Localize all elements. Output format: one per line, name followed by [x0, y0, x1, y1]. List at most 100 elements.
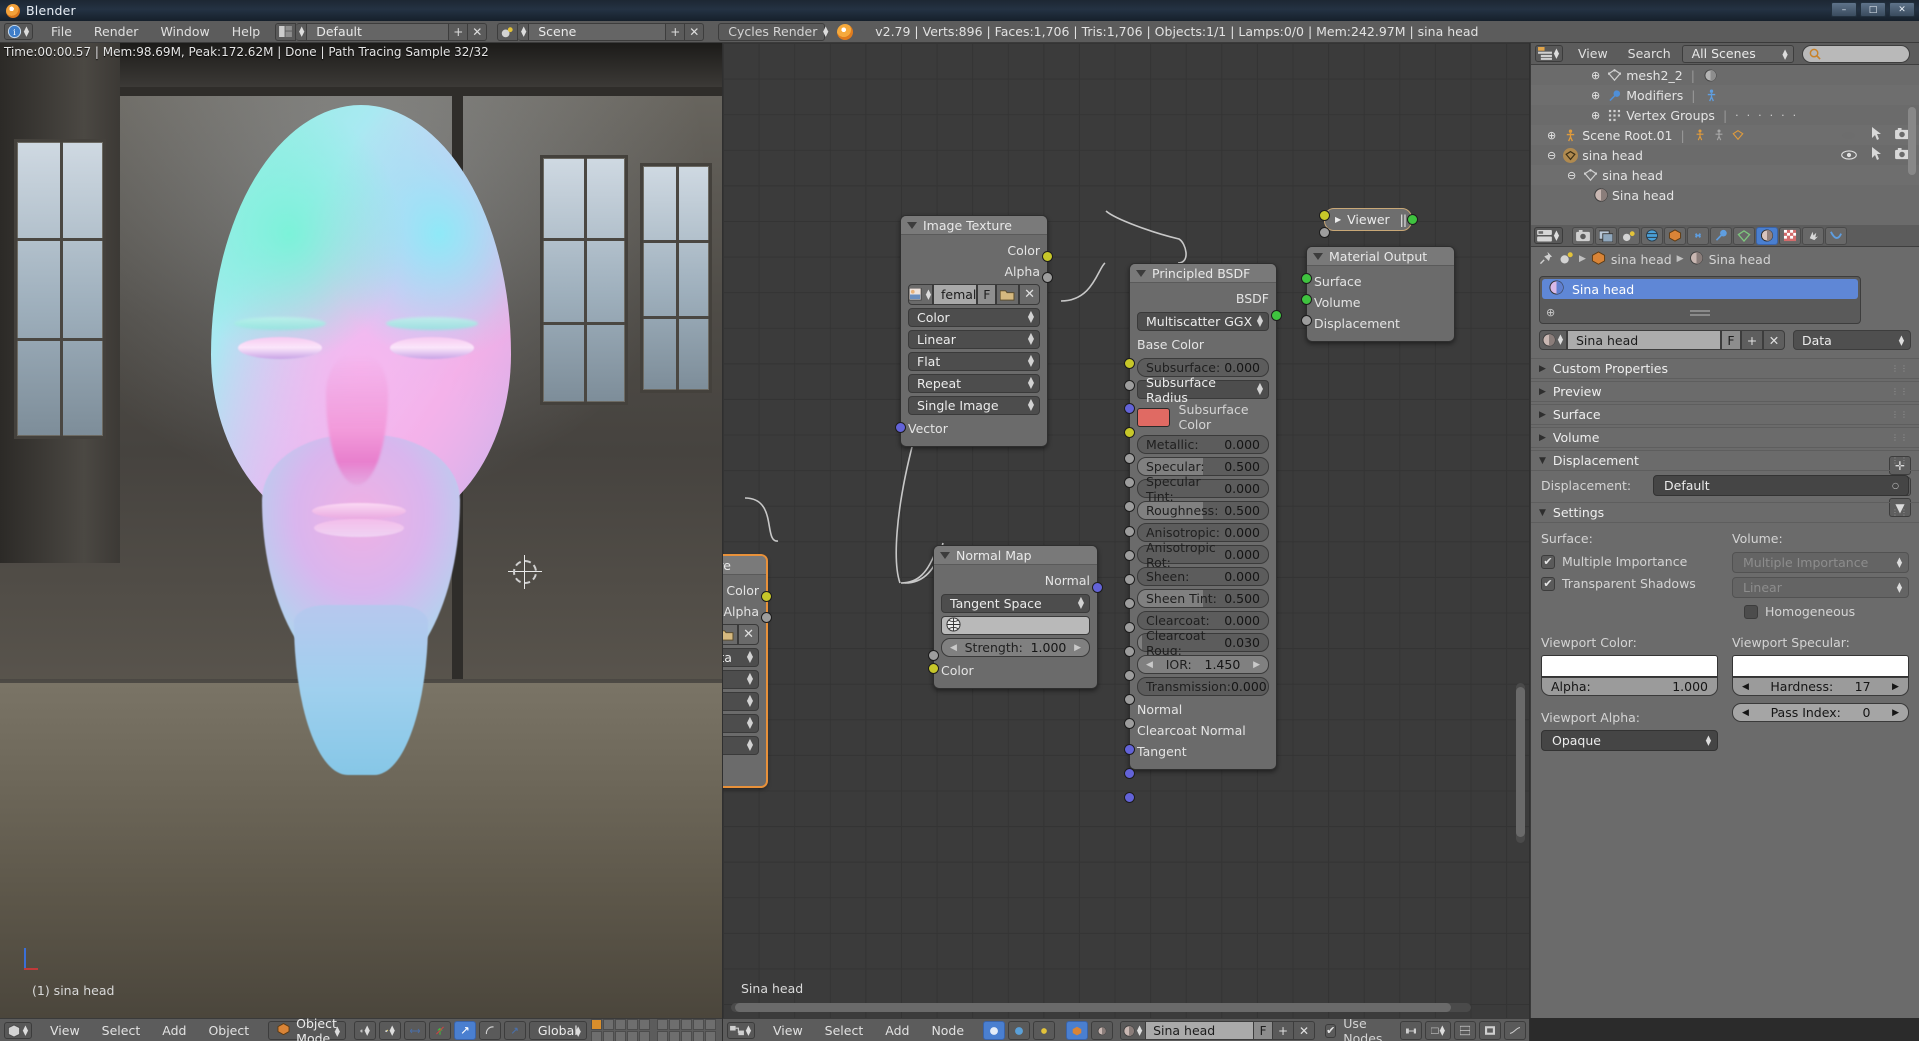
screen-layout-name[interactable]: Default: [307, 22, 450, 41]
homogeneous-checkbox[interactable]: Homogeneous: [1732, 604, 1909, 619]
tab-render-layers[interactable]: [1595, 226, 1617, 245]
chevron-updown-icon[interactable]: ▲ ▼: [1136, 1024, 1143, 1038]
displacement-row[interactable]: Displacement: Default ○: [1531, 471, 1919, 500]
socket-alpha-out[interactable]: [1042, 272, 1053, 283]
socket-tangent-in[interactable]: [1124, 792, 1135, 803]
outliner-row-scene-root[interactable]: ⊕ Scene Root.01 |: [1531, 125, 1919, 145]
viewport-color-swatch[interactable]: [1541, 655, 1718, 677]
node-menu-select[interactable]: Select: [814, 1023, 875, 1038]
node-header[interactable]: Material Output: [1307, 247, 1454, 266]
image-datablock-row[interactable]: ▲▼ femal F ✕: [908, 284, 1040, 305]
colorspace-dropdown[interactable]: Color ▲ ▼: [908, 308, 1040, 327]
material-browse-icon[interactable]: ▲ ▼: [1120, 1021, 1147, 1040]
manipulator-scale-toggle[interactable]: [503, 1021, 526, 1040]
colorspace-dropdown[interactable]: Non-Color Data▲▼: [723, 648, 759, 667]
chevron-updown-icon[interactable]: ▲ ▼: [1553, 47, 1560, 61]
scene-layers-block-b[interactable]: [656, 1019, 716, 1041]
panel-custom-properties[interactable]: ▶ Custom Properties ⋮⋮: [1531, 358, 1919, 379]
tab-object[interactable]: [1664, 226, 1686, 245]
window-controls[interactable]: – □ ✕: [1831, 2, 1915, 17]
collapse-triangle-icon[interactable]: [907, 221, 917, 229]
panel-grip-icon[interactable]: ⋮⋮: [1891, 387, 1909, 396]
node-fake-user-button[interactable]: F: [1254, 1021, 1274, 1040]
subsurface-radius-dropdown[interactable]: Subsurface Radius ▲ ▼: [1137, 375, 1269, 405]
socket-strength-in[interactable]: [928, 650, 939, 661]
fake-user-button[interactable]: F: [1721, 330, 1741, 350]
chevron-updown-icon[interactable]: ▲ ▼: [1553, 229, 1560, 243]
sheen-slider[interactable]: Sheen: 0.000: [1137, 567, 1269, 586]
uv-map-field[interactable]: [941, 616, 1090, 635]
renderability-toggle-icon[interactable]: [1895, 127, 1909, 143]
armature-icon[interactable]: [1704, 88, 1719, 103]
manipulator-rotate-toggle[interactable]: [478, 1021, 501, 1040]
outliner-row-mesh2_2[interactable]: ⊕ mesh2_2 |: [1531, 65, 1919, 85]
vertical-scrollbar[interactable]: [1516, 683, 1525, 843]
node-viewer[interactable]: ▶ Viewer ||: [1324, 208, 1412, 231]
outliner-row-sina-head-material[interactable]: Sina head: [1531, 185, 1919, 205]
material-icon[interactable]: [1703, 68, 1718, 83]
selectability-toggle-icon[interactable]: [1871, 127, 1883, 143]
panel-grip-icon[interactable]: ⋮⋮: [1891, 456, 1909, 465]
outliner-display-mode[interactable]: All Scenes ▲ ▼: [1681, 44, 1794, 63]
panel-displacement[interactable]: ▼ Displacement ⋮⋮: [1531, 450, 1919, 471]
material-link-dropdown[interactable]: Data ▲ ▼: [1793, 330, 1911, 350]
subsurface-color-swatch[interactable]: [1137, 407, 1170, 427]
socket-specular-in[interactable]: [1124, 477, 1135, 488]
source-dropdown[interactable]: Single Image▲▼: [908, 396, 1040, 415]
decrement-icon[interactable]: ◀: [950, 643, 957, 653]
image-browse-icon[interactable]: ▲ ▼: [908, 284, 933, 305]
image-name[interactable]: femal: [933, 284, 978, 305]
pose-icon[interactable]: [1693, 128, 1708, 143]
extension-dropdown[interactable]: Repeat▲▼: [723, 714, 759, 733]
material-name-field[interactable]: Sina head: [1567, 330, 1721, 350]
menu-file[interactable]: File: [40, 21, 83, 42]
viewport-menu-object[interactable]: Object: [197, 1023, 260, 1038]
tab-particles[interactable]: [1802, 226, 1824, 245]
delete-scene-button[interactable]: ✕: [685, 22, 705, 41]
socket-clearcoat-normal-in[interactable]: [1124, 768, 1135, 779]
projection-dropdown[interactable]: Flat▲▼: [723, 692, 759, 711]
node-editor-type-button[interactable]: ▲ ▼: [727, 1022, 755, 1039]
tangent-space-dropdown[interactable]: Tangent Space ▲ ▼: [941, 594, 1090, 613]
node-menu-node[interactable]: Node: [920, 1023, 975, 1038]
socket-roughness-in[interactable]: [1124, 526, 1135, 537]
material-slot-list[interactable]: Sina head ⊕: [1539, 276, 1861, 324]
socket-color-out[interactable]: [761, 591, 772, 602]
decrement-icon[interactable]: ◀: [1146, 660, 1153, 670]
increment-icon[interactable]: ▶: [1074, 643, 1081, 653]
viewport-menu-select[interactable]: Select: [91, 1023, 152, 1038]
tab-material[interactable]: [1756, 226, 1778, 245]
scene-icon[interactable]: [497, 22, 519, 41]
outliner-editor-type-button[interactable]: ▲ ▼: [1535, 45, 1563, 62]
node-normal-map[interactable]: Normal Map Normal Tangent Space ▲ ▼ ◀ Stre…: [928, 545, 1103, 689]
breadcrumb-object-name[interactable]: sina head: [1611, 252, 1672, 267]
socket-subsurface-in[interactable]: [1124, 380, 1135, 391]
layout-chevron-icon[interactable]: ▲ ▼: [296, 22, 308, 41]
panel-settings[interactable]: ▼ Settings ⋮⋮: [1531, 502, 1919, 523]
panel-grip-icon[interactable]: ⋮⋮: [1891, 410, 1909, 419]
collapse-triangle-icon[interactable]: [940, 551, 950, 559]
pivot-point-dropdown[interactable]: ▲ ▼: [378, 1021, 401, 1040]
node-editor[interactable]: Image Texture Color Alpha ▲▼ femal F ✕: [723, 43, 1529, 1018]
checkbox-checked-icon[interactable]: ✔: [1325, 1023, 1337, 1038]
outliner-row-modifiers[interactable]: ⊕ Modifiers |: [1531, 85, 1919, 105]
expander-icon[interactable]: ⊕: [1591, 69, 1600, 82]
chevron-updown-icon[interactable]: ▲ ▼: [22, 1024, 29, 1038]
socket-vector-in[interactable]: [895, 422, 906, 433]
tab-world[interactable]: [1641, 226, 1663, 245]
displacement-dropdown[interactable]: Default ○: [1653, 475, 1909, 496]
socket-normal-in[interactable]: [1124, 744, 1135, 755]
socket-viewer-alpha-in[interactable]: [1319, 227, 1330, 238]
panel-grip-icon[interactable]: ⋮⋮: [1891, 364, 1909, 373]
socket-volume-in[interactable]: [1301, 294, 1312, 305]
outliner-row-sina-head-object[interactable]: ⊖ sina head: [1531, 145, 1919, 165]
chevron-down-icon[interactable]: ▼: [1539, 456, 1546, 466]
open-image-icon[interactable]: [996, 284, 1020, 305]
tab-constraints[interactable]: [1687, 226, 1709, 245]
manipulator-move-toggle[interactable]: [453, 1021, 476, 1040]
socket-base-color-in[interactable]: [1124, 358, 1135, 369]
panel-preview[interactable]: ▶ Preview ⋮⋮: [1531, 381, 1919, 402]
socket-anisotropic-in[interactable]: [1124, 550, 1135, 561]
outliner-search-input[interactable]: [1801, 44, 1910, 63]
socket-normal-out[interactable]: [1092, 582, 1103, 593]
